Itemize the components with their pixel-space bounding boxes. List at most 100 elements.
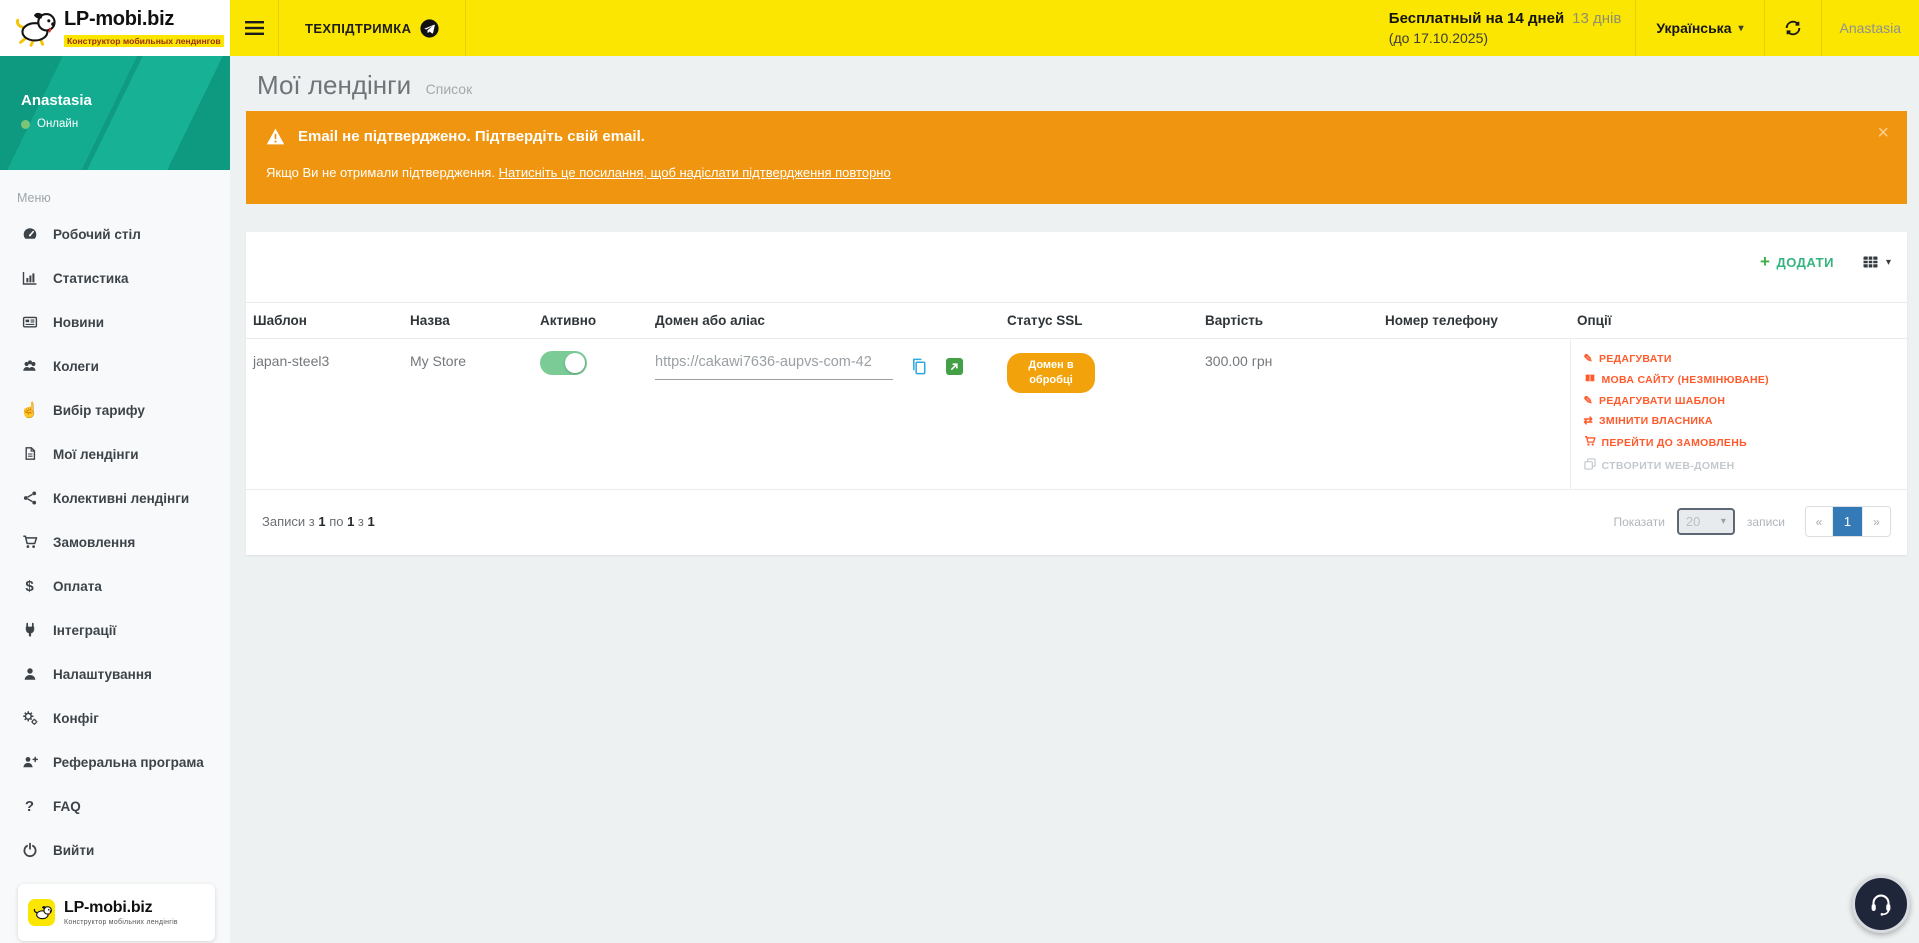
records-label: записи (1747, 515, 1785, 529)
online-status-label: Онлайн (37, 118, 78, 130)
sidebar-item-logout[interactable]: Вийти (0, 828, 230, 872)
bar-chart-icon (20, 270, 39, 286)
hand-pointer-icon: ☝ (20, 401, 39, 419)
sidebar-item-referral[interactable]: Реферальна програма (0, 740, 230, 784)
option-label: РЕДАГУВАТИ (1599, 353, 1672, 365)
clone-icon (1584, 458, 1596, 473)
hamburger-icon (245, 21, 264, 35)
username-label: Anastasia (1840, 20, 1901, 36)
close-icon[interactable]: × (1877, 123, 1889, 143)
trial-plan-label: Бесплатный на 14 дней (1389, 10, 1564, 27)
pages-icon (20, 446, 39, 462)
tech-support-label: ТЕХПІДТРИМКА (305, 21, 411, 36)
sidebar-item-statistics[interactable]: Статистика (0, 256, 230, 300)
change-owner-option[interactable]: ⇄ ЗМІНИТИ ВЛАСНИКА (1584, 415, 1900, 427)
prev-page-button[interactable]: « (1806, 507, 1833, 536)
option-label: ПЕРЕЙТИ ДО ЗАМОВЛЕНЬ (1602, 437, 1747, 449)
active-toggle[interactable] (540, 351, 587, 375)
trial-until-date: (до 17.10.2025) (1389, 30, 1622, 46)
sidebar-item-news[interactable]: Новини (0, 300, 230, 344)
brand-logo[interactable]: LP-mobi.biz Конструктор мобильных лендин… (0, 0, 230, 56)
profile-name: Anastasia (21, 92, 230, 109)
alert-body-text: Якщо Ви не отримали підтвердження. (266, 165, 495, 180)
col-ssl-status: Статус SSL (1000, 303, 1198, 339)
plug-icon (20, 622, 39, 638)
user-menu-button[interactable]: Anastasia (1822, 0, 1919, 56)
page-size-select[interactable]: 20 ▾ (1677, 508, 1735, 535)
open-site-icon[interactable] (946, 358, 963, 375)
resend-confirmation-link[interactable]: Натисніть це посилання, щоб надіслати пі… (499, 165, 891, 180)
next-page-button[interactable]: » (1863, 507, 1890, 536)
col-domain: Домен або аліас (648, 303, 1000, 339)
sidebar-brand-card[interactable]: LP-mobi.biz Конструктор мобільних лендін… (18, 884, 215, 941)
sidebar-menu: Робочий стіл Статистика Новини Колеги ☝ … (0, 212, 230, 872)
sidebar-item-config[interactable]: Конфіг (0, 696, 230, 740)
option-label: ЗМІНИТИ ВЛАСНИКА (1599, 415, 1713, 427)
sidebar-item-integrations[interactable]: Інтеграції (0, 608, 230, 652)
newspaper-icon (20, 314, 39, 330)
sidebar-item-label: Новини (53, 315, 104, 330)
toggle-knob (565, 353, 585, 373)
col-template: Шаблон (246, 303, 403, 339)
sidebar-item-settings[interactable]: Налаштування (0, 652, 230, 696)
copy-domain-icon[interactable] (910, 357, 929, 376)
sidebar-item-my-landings[interactable]: Мої лендінги (0, 432, 230, 476)
page-title: Мої лендінги (257, 70, 411, 100)
email-warning-alert: Email не підтверджено. Підтвердіть свій … (246, 111, 1907, 204)
language-label: Українська (1656, 20, 1731, 36)
edit-template-option[interactable]: ✎ РЕДАГУВАТИ ШАБЛОН (1584, 395, 1900, 407)
option-label: МОВА САЙТУ (НЕЗМІНЮВАНЕ) (1602, 374, 1769, 386)
domain-input[interactable] (655, 353, 893, 380)
sidebar-item-label: Вийти (53, 843, 94, 858)
column-settings-button[interactable]: ▾ (1862, 254, 1891, 270)
table-grid-icon (1862, 254, 1879, 270)
cart-icon (1584, 435, 1596, 450)
support-chat-button[interactable] (1852, 875, 1910, 933)
site-language-option[interactable]: МОВА САЙТУ (НЕЗМІНЮВАНЕ) (1584, 373, 1900, 387)
page-size-value: 20 (1686, 514, 1700, 529)
cell-name: My Store (403, 339, 533, 490)
online-status-dot (21, 120, 30, 129)
chevron-down-icon: ▾ (1721, 516, 1726, 527)
sidebar-item-tariff[interactable]: ☝ Вибір тарифу (0, 388, 230, 432)
go-to-orders-option[interactable]: ПЕРЕЙТИ ДО ЗАМОВЛЕНЬ (1584, 435, 1900, 450)
cell-price: 300.00 грн (1198, 339, 1378, 490)
page-subtitle: Список (426, 81, 473, 97)
add-landing-button[interactable]: + ДОДАТИ (1760, 252, 1834, 272)
option-label: СТВОРИТИ WEB-ДОМЕН (1602, 460, 1735, 472)
col-price: Вартість (1198, 303, 1378, 339)
sidebar-item-dashboard[interactable]: Робочий стіл (0, 212, 230, 256)
sidebar-item-collective-landings[interactable]: Колективні лендінги (0, 476, 230, 520)
option-label: РЕДАГУВАТИ ШАБЛОН (1599, 395, 1725, 407)
sidebar-item-label: Статистика (53, 271, 128, 286)
sidebar-item-colleagues[interactable]: Колеги (0, 344, 230, 388)
brand-subtitle: Конструктор мобильных лендингов (64, 35, 224, 47)
edit-icon: ✎ (1584, 396, 1594, 407)
sidebar: Anastasia Онлайн Меню Робочий стіл Стати… (0, 56, 230, 943)
refresh-button[interactable] (1765, 0, 1821, 56)
edit-option[interactable]: ✎ РЕДАГУВАТИ (1584, 353, 1900, 365)
cell-options: ✎ РЕДАГУВАТИ МОВА САЙТУ (НЕЗМІНЮВАНЕ) ✎ … (1570, 339, 1907, 490)
dog-logo-icon (10, 8, 56, 48)
col-name: Назва (403, 303, 533, 339)
menu-section-label: Меню (0, 170, 230, 205)
dashboard-icon (20, 226, 39, 242)
page-1-button[interactable]: 1 (1833, 507, 1863, 536)
menu-toggle-button[interactable] (230, 0, 278, 56)
col-phone: Номер телефону (1378, 303, 1570, 339)
footer-brand-title: LP-mobi.biz (64, 899, 178, 917)
show-label: Показати (1613, 515, 1664, 529)
language-selector[interactable]: Українська ▾ (1636, 0, 1763, 56)
sidebar-item-payment[interactable]: $ Оплата (0, 564, 230, 608)
chevron-down-icon: ▾ (1886, 257, 1891, 268)
sidebar-item-faq[interactable]: ? FAQ (0, 784, 230, 828)
sidebar-item-orders[interactable]: Замовлення (0, 520, 230, 564)
sidebar-item-label: Вибір тарифу (53, 403, 145, 418)
chevron-down-icon: ▾ (1738, 23, 1743, 34)
page-header: Мої лендінги Список (230, 56, 1919, 101)
main-content: Мої лендінги Список Email не підтверджен… (230, 56, 1919, 943)
table-footer: Записи з 1 по 1 з 1 Показати 20 ▾ записи… (246, 490, 1907, 555)
sidebar-item-label: Конфіг (53, 711, 99, 726)
tech-support-button[interactable]: ТЕХПІДТРИМКА (278, 0, 466, 56)
sidebar-item-label: Мої лендінги (53, 447, 139, 462)
